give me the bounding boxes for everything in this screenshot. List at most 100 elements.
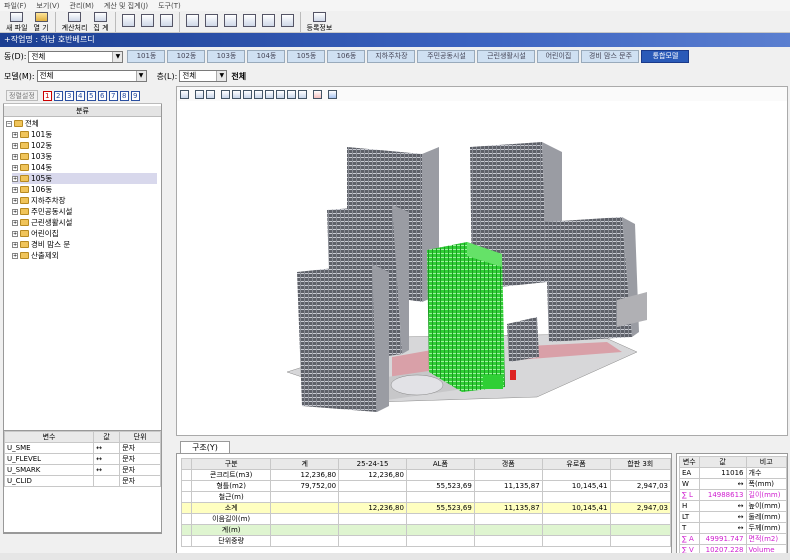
camera-icon[interactable] [195, 89, 204, 99]
expand-icon[interactable]: + [12, 131, 18, 138]
dong-select[interactable]: 전체 ▼ [28, 50, 124, 63]
sheet-button-1[interactable] [183, 11, 202, 33]
level-button-4[interactable]: 4 [75, 90, 85, 101]
table-row[interactable]: H ↔ 높이(mm) [679, 500, 787, 512]
collapse-icon[interactable]: − [6, 120, 12, 127]
view-right-icon[interactable] [254, 89, 263, 99]
tab-building-8[interactable]: 근린생활시설 [477, 50, 536, 63]
expand-icon[interactable]: + [12, 241, 18, 248]
table-row[interactable]: T ↔ 두께(mm) [679, 522, 787, 534]
tab-building-2[interactable]: 103동 [207, 50, 246, 63]
sheet-button-3[interactable] [221, 11, 240, 33]
tab-building-9[interactable]: 어린이집 [537, 50, 580, 63]
expand-icon[interactable]: + [12, 142, 18, 149]
tab-structure[interactable]: 구조(Y) [180, 441, 230, 453]
preview-button[interactable] [119, 11, 138, 33]
open-button[interactable]: 열 기 [31, 11, 52, 33]
model-select[interactable]: 전체 ▼ [36, 70, 147, 82]
table-row[interactable]: 소계 12,236,80 55,523,69 11,135,87 10,145,41 2,… [181, 502, 671, 514]
menu-file[interactable]: 파일(F) [4, 1, 26, 11]
table-row[interactable]: U_FLEVEL ↔ 문자 [3, 453, 161, 465]
table-row[interactable]: U_SMARK ↔ 문자 [3, 464, 161, 476]
level-button-8[interactable]: 8 [119, 90, 129, 101]
menu-calc[interactable]: 계산 및 집계(J) [104, 1, 148, 11]
level-button-2[interactable]: 2 [53, 90, 63, 101]
tab-building-7[interactable]: 주민공동시설 [417, 50, 476, 63]
expand-icon[interactable]: + [12, 186, 18, 193]
table-row[interactable]: ∑ A 49991.747 면적(m2) [679, 533, 787, 545]
expand-icon[interactable]: + [12, 230, 18, 237]
tab-building-11[interactable]: 통합모델 [641, 50, 690, 63]
sheet-button-4[interactable] [240, 11, 259, 33]
sheet-button-6[interactable] [278, 11, 297, 33]
expand-icon[interactable]: + [12, 164, 18, 171]
expand-icon[interactable]: + [12, 175, 18, 182]
level-button-1[interactable]: 1 [42, 90, 52, 101]
tree-item[interactable]: + 주민공동시설 [12, 206, 72, 217]
table-row[interactable]: 계(m) [181, 524, 671, 536]
tab-building-0[interactable]: 101동 [127, 50, 166, 63]
tab-building-5[interactable]: 106동 [327, 50, 366, 63]
tree-item[interactable]: +105동 [12, 173, 157, 184]
menu-tools[interactable]: 도구(T) [158, 1, 181, 11]
tab-building-6[interactable]: 지하주차장 [367, 50, 416, 63]
tree-item[interactable]: +102동 [12, 140, 52, 151]
view-iso2-icon[interactable] [298, 89, 307, 99]
view-front-icon[interactable] [221, 89, 230, 99]
expand-icon[interactable]: + [12, 219, 18, 226]
menu-view[interactable]: 보기(V) [36, 1, 59, 11]
table-row[interactable]: U_SME ↔ 문자 [3, 442, 161, 454]
aggregate-button[interactable]: 집 계 [90, 11, 111, 33]
expand-icon[interactable]: + [12, 153, 18, 160]
expand-icon[interactable]: + [12, 197, 18, 204]
table-row[interactable]: 단위중량 [181, 535, 671, 547]
sheet-button-5[interactable] [259, 11, 278, 33]
cloud-icon[interactable] [328, 89, 337, 99]
table-row[interactable]: 콘크리트(m3) 12,236,80 12,236,80 [181, 469, 671, 481]
table-row[interactable]: 이음길이(m) [181, 513, 671, 525]
list-icon[interactable] [313, 89, 322, 99]
table-row[interactable]: U_CLID 문자 [3, 475, 161, 487]
tree-item[interactable]: + 어린이집 [12, 228, 59, 239]
tab-building-4[interactable]: 105동 [287, 50, 326, 63]
table-row[interactable]: ∑ L 14988613 길이(mm) [679, 489, 787, 501]
level-button-3[interactable]: 3 [64, 90, 74, 101]
expand-icon[interactable]: + [12, 208, 18, 215]
table-row[interactable]: EA 11016 개수 [679, 467, 787, 479]
tab-building-3[interactable]: 104동 [247, 50, 286, 63]
sheet-button-2[interactable] [202, 11, 221, 33]
tree-item[interactable]: + 산출제외 [12, 250, 59, 261]
tree-item[interactable]: +101동 [12, 129, 52, 140]
calculate-button[interactable]: 계산처리 [59, 11, 91, 33]
tab-building-1[interactable]: 102동 [167, 50, 206, 63]
level-button-5[interactable]: 5 [86, 90, 96, 101]
sort-settings-button[interactable]: 정렬설정 [6, 90, 38, 101]
zoom-out-button[interactable] [157, 11, 176, 33]
tree-item[interactable]: +106동 [12, 184, 52, 195]
floor-select[interactable]: 전체 ▼ [179, 70, 228, 82]
refresh-icon[interactable] [180, 89, 189, 99]
register-button[interactable]: 등록정보 [304, 11, 336, 33]
table-row[interactable]: LT ↔ 둘레(mm) [679, 511, 787, 523]
table-row[interactable]: 형틀(m2) 79,752,00 55,523,69 11,135,87 10,145,… [181, 480, 671, 492]
view-back-icon[interactable] [232, 89, 241, 99]
view-iso-icon[interactable] [287, 89, 296, 99]
level-button-7[interactable]: 7 [108, 90, 118, 101]
menu-manage[interactable]: 관리(M) [70, 1, 94, 11]
tree-item[interactable]: +104동 [12, 162, 52, 173]
view-left-icon[interactable] [243, 89, 252, 99]
tree-root[interactable]: − 전체 [6, 118, 39, 129]
level-button-6[interactable]: 6 [97, 90, 107, 101]
tab-building-10[interactable]: 경비 맘스 문주 [581, 50, 640, 63]
expand-icon[interactable]: + [12, 252, 18, 259]
new-file-button[interactable]: 새 파일 [3, 11, 31, 33]
tree-item[interactable]: + 경비 맘스 문 [12, 239, 70, 250]
table-row[interactable]: 철근(m) [181, 491, 671, 503]
view-bottom-icon[interactable] [276, 89, 285, 99]
table-row[interactable]: W ↔ 폭(mm) [679, 478, 787, 490]
rotate-icon[interactable] [206, 89, 215, 99]
tree-item[interactable]: + 근린생활시설 [12, 217, 72, 228]
level-button-9[interactable]: 9 [130, 90, 140, 101]
zoom-button[interactable] [138, 11, 157, 33]
tree-item[interactable]: + 지하주차장 [12, 195, 66, 206]
